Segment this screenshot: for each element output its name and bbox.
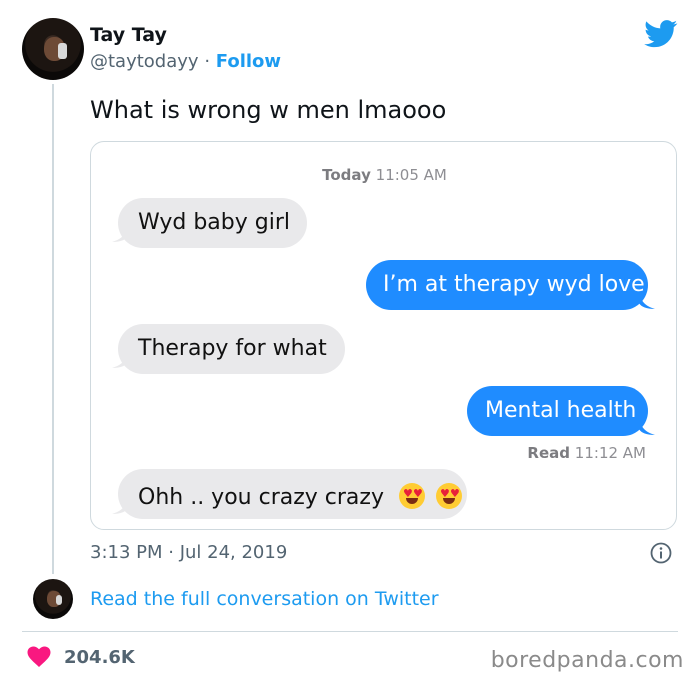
- watermark: boredpanda.com: [490, 648, 684, 673]
- info-icon[interactable]: [650, 542, 672, 564]
- chat-timestamp-time: 11:05 AM: [375, 166, 447, 184]
- attached-screenshot[interactable]: Today 11:05 AM Wyd baby girl I’m at ther…: [90, 141, 677, 530]
- message-bubble: Mental health: [467, 386, 648, 436]
- message-bubble: Ohh .. you crazy crazy ♥ ♥ ♥ ♥: [118, 469, 467, 519]
- read-receipt: Read 11:12 AM: [527, 444, 646, 462]
- author-avatar[interactable]: [22, 18, 84, 80]
- avatar-phone: [57, 42, 67, 59]
- chat-timestamp-day: Today: [322, 166, 371, 184]
- author-handle[interactable]: @taytodayy: [90, 51, 199, 72]
- thread-line: [52, 84, 54, 574]
- heart-eyes-emoji: ♥ ♥: [398, 483, 425, 509]
- like-count[interactable]: 204.6K: [64, 647, 135, 668]
- read-time: 11:12 AM: [574, 444, 646, 462]
- message-bubble: Therapy for what: [118, 324, 345, 374]
- handle-separator: ·: [204, 51, 211, 72]
- heart-icon[interactable]: [27, 646, 51, 668]
- twitter-bird-icon[interactable]: [644, 20, 678, 48]
- message-bubble: Wyd baby girl: [118, 198, 307, 248]
- message-bubble: I’m at therapy wyd love: [366, 260, 648, 310]
- follow-button[interactable]: Follow: [216, 51, 281, 72]
- chat-timestamp: Today 11:05 AM: [91, 166, 678, 184]
- tweet-datetime[interactable]: 3:13 PM · Jul 24, 2019: [90, 542, 287, 563]
- author-name[interactable]: Tay Tay: [90, 24, 167, 46]
- reply-avatar[interactable]: [33, 579, 73, 619]
- read-full-conversation-link[interactable]: Read the full conversation on Twitter: [90, 588, 439, 610]
- footer-divider: [22, 631, 678, 632]
- message-text: Ohh .. you crazy crazy: [138, 485, 384, 510]
- avatar-phone: [56, 595, 62, 606]
- heart-eyes-emoji: ♥ ♥: [435, 483, 462, 509]
- read-label: Read: [527, 444, 571, 462]
- author-handle-row: @taytodayy · Follow: [90, 51, 281, 72]
- tweet-text: What is wrong w men lmaooo: [90, 96, 447, 124]
